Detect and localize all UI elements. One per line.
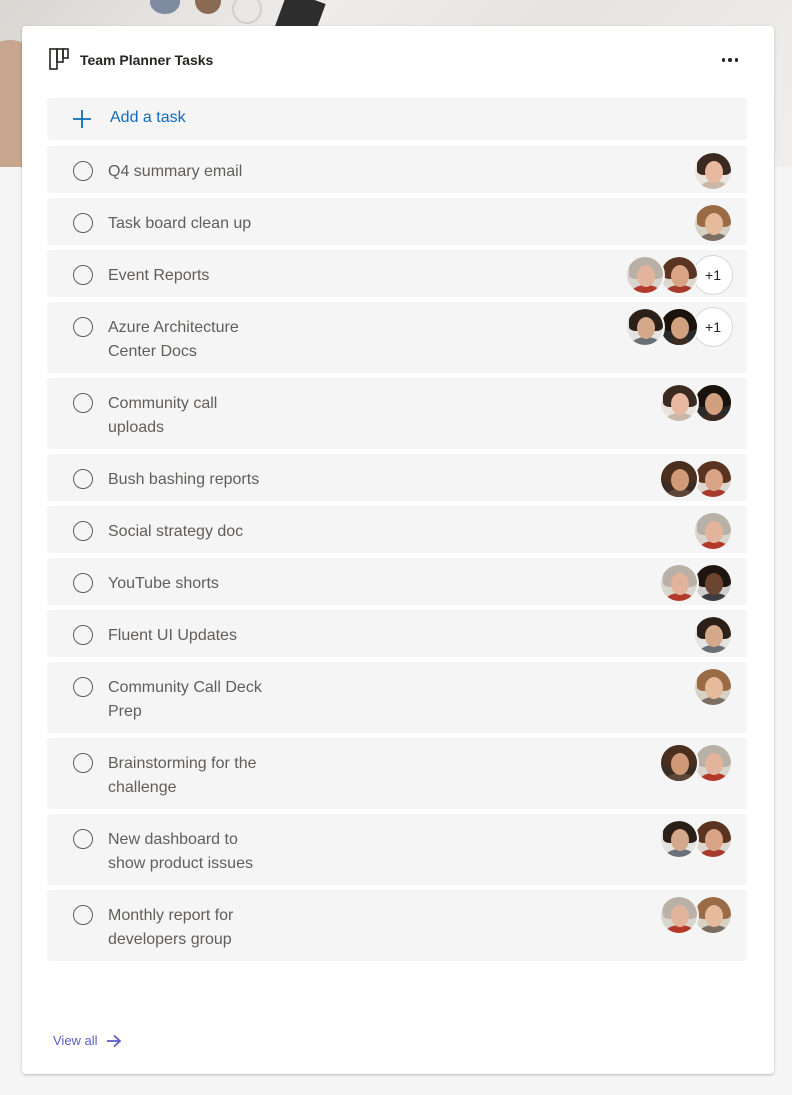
task-row[interactable]: YouTube shorts: [47, 558, 747, 605]
task-complete-checkbox[interactable]: [73, 469, 93, 489]
task-complete-checkbox[interactable]: [73, 393, 93, 413]
avatar[interactable]: [659, 563, 699, 603]
task-title: Q4 summary email: [108, 163, 243, 180]
avatar[interactable]: [625, 307, 665, 347]
arrow-right-icon: [106, 1034, 121, 1047]
task-complete-checkbox[interactable]: [73, 521, 93, 541]
avatar[interactable]: [693, 459, 733, 499]
task-title: Brainstorming for the challenge: [108, 755, 257, 796]
assignee-overflow-badge[interactable]: +1: [693, 255, 733, 295]
task-title: Social strategy doc: [108, 523, 244, 540]
assignee-group: [659, 459, 733, 499]
task-title: Task board clean up: [108, 215, 252, 232]
task-complete-checkbox[interactable]: [73, 573, 93, 593]
avatar[interactable]: [659, 383, 699, 423]
task-complete-checkbox[interactable]: [73, 677, 93, 697]
avatar[interactable]: [693, 563, 733, 603]
planner-card: Team Planner Tasks Add a task Q4 summary…: [22, 26, 774, 1074]
assignee-group: [659, 383, 733, 423]
avatar[interactable]: [659, 743, 699, 783]
task-row[interactable]: Social strategy doc: [47, 506, 747, 553]
avatar[interactable]: [659, 819, 699, 859]
task-complete-checkbox[interactable]: [73, 625, 93, 645]
task-title: Bush bashing reports: [108, 471, 260, 488]
assignee-group: +1: [625, 307, 733, 347]
more-options-icon[interactable]: [718, 48, 742, 72]
view-all-label: View all: [53, 1033, 98, 1048]
avatar[interactable]: [693, 743, 733, 783]
task-row[interactable]: Bush bashing reports: [47, 454, 747, 501]
task-title: Community call uploads: [108, 395, 218, 436]
task-complete-checkbox[interactable]: [73, 265, 93, 285]
task-complete-checkbox[interactable]: [73, 317, 93, 337]
avatar[interactable]: [659, 307, 699, 347]
task-complete-checkbox[interactable]: [73, 829, 93, 849]
avatar[interactable]: [659, 255, 699, 295]
task-complete-checkbox[interactable]: [73, 213, 93, 233]
avatar[interactable]: [693, 667, 733, 707]
avatar[interactable]: [625, 255, 665, 295]
assignee-group: [659, 563, 733, 603]
task-title: Fluent UI Updates: [108, 627, 237, 644]
task-title: Azure Architecture Center Docs: [108, 319, 239, 360]
task-title: Community Call Deck Prep: [108, 679, 262, 720]
avatar[interactable]: [693, 203, 733, 243]
task-row[interactable]: Fluent UI Updates: [47, 610, 747, 657]
add-task-button[interactable]: Add a task: [47, 98, 747, 140]
avatar[interactable]: [693, 151, 733, 191]
task-row[interactable]: Event Reports +1: [47, 250, 747, 297]
assignee-group: [693, 511, 733, 551]
task-row[interactable]: Task board clean up: [47, 198, 747, 245]
planner-board-icon: [49, 48, 69, 70]
task-row[interactable]: Q4 summary email: [47, 146, 747, 193]
card-header: Team Planner Tasks: [22, 26, 774, 92]
assignee-group: [693, 151, 733, 191]
assignee-group: [693, 615, 733, 655]
task-complete-checkbox[interactable]: [73, 161, 93, 181]
assignee-group: [693, 667, 733, 707]
task-title: Event Reports: [108, 267, 210, 284]
avatar[interactable]: [693, 895, 733, 935]
assignee-overflow-badge[interactable]: +1: [693, 307, 733, 347]
task-row[interactable]: New dashboard to show product issues: [47, 814, 747, 885]
avatar[interactable]: [693, 819, 733, 859]
assignee-group: +1: [625, 255, 733, 295]
task-list: Add a task Q4 summary email Task board cl…: [47, 98, 747, 966]
task-title: YouTube shorts: [108, 575, 219, 592]
assignee-group: [659, 895, 733, 935]
avatar[interactable]: [693, 615, 733, 655]
task-row[interactable]: Brainstorming for the challenge: [47, 738, 747, 809]
task-row[interactable]: Community Call Deck Prep: [47, 662, 747, 733]
task-row[interactable]: Azure Architecture Center Docs +1: [47, 302, 747, 373]
task-title: New dashboard to show product issues: [108, 831, 253, 872]
avatar[interactable]: [693, 511, 733, 551]
avatar[interactable]: [659, 459, 699, 499]
plus-icon: [73, 110, 91, 128]
card-title: Team Planner Tasks: [80, 52, 214, 68]
add-task-label: Add a task: [110, 109, 186, 126]
assignee-group: [659, 819, 733, 859]
assignee-group: [693, 203, 733, 243]
view-all-link[interactable]: View all: [53, 1033, 122, 1048]
task-row[interactable]: Community call uploads: [47, 378, 747, 449]
task-title: Monthly report for developers group: [108, 907, 234, 948]
task-row[interactable]: Monthly report for developers group: [47, 890, 747, 961]
avatar[interactable]: [659, 895, 699, 935]
avatar[interactable]: [693, 383, 733, 423]
assignee-group: [659, 743, 733, 783]
task-complete-checkbox[interactable]: [73, 905, 93, 925]
task-complete-checkbox[interactable]: [73, 753, 93, 773]
